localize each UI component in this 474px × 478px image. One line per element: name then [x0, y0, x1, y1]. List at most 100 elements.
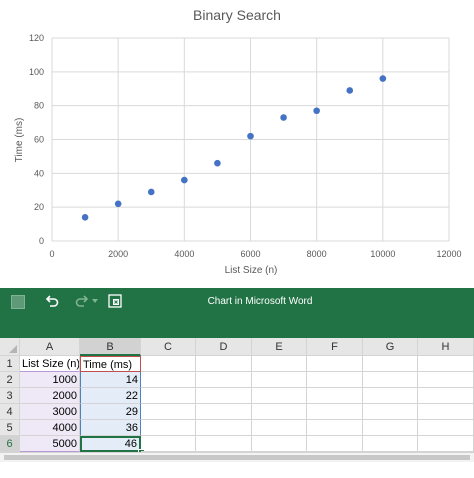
cell-a6[interactable]: 5000	[20, 436, 80, 452]
cell-h1[interactable]	[418, 356, 474, 372]
column-header-b[interactable]: B	[80, 338, 141, 356]
column-header-e[interactable]: E	[252, 338, 307, 356]
cell-f4[interactable]	[307, 404, 363, 420]
cell-h2[interactable]	[418, 372, 474, 388]
column-header-c[interactable]: C	[141, 338, 196, 356]
cell-e4[interactable]	[252, 404, 307, 420]
cell-b4[interactable]: 29	[80, 404, 141, 420]
y-axis-title: Time (ms)	[14, 118, 25, 163]
cell-e6[interactable]	[252, 436, 307, 452]
data-point[interactable]	[379, 75, 387, 82]
y-tick-label: 80	[34, 101, 44, 111]
y-tick-label: 40	[34, 168, 44, 178]
cell-g6[interactable]	[363, 436, 418, 452]
cell-e3[interactable]	[252, 388, 307, 404]
cell-f6[interactable]	[307, 436, 363, 452]
cell-b6-active[interactable]: 46	[80, 436, 141, 452]
chart-title: Binary Search	[193, 7, 281, 23]
cell-a3[interactable]: 2000	[20, 388, 80, 404]
cell-f2[interactable]	[307, 372, 363, 388]
horizontal-scrollbar[interactable]	[0, 452, 474, 462]
x-tick-label: 10000	[370, 249, 395, 259]
cell-c1[interactable]	[141, 356, 196, 372]
row-header-6[interactable]: 6	[0, 436, 20, 452]
cell-h4[interactable]	[418, 404, 474, 420]
cell-a1[interactable]: List Size (n)	[20, 356, 80, 372]
cell-h3[interactable]	[418, 388, 474, 404]
cell-g5[interactable]	[363, 420, 418, 436]
cell-c4[interactable]	[141, 404, 196, 420]
x-tick-label: 12000	[436, 249, 461, 259]
data-point[interactable]	[214, 159, 221, 167]
row-header-5[interactable]: 5	[0, 420, 20, 436]
cell-h5[interactable]	[418, 420, 474, 436]
cell-c3[interactable]	[141, 388, 196, 404]
cell-f5[interactable]	[307, 420, 363, 436]
row-header-2[interactable]: 2	[0, 372, 20, 388]
cell-g1[interactable]	[363, 356, 418, 372]
cell-c2[interactable]	[141, 372, 196, 388]
excel-title-bar: Chart in Microsoft Word	[0, 288, 474, 338]
cell-g4[interactable]	[363, 404, 418, 420]
column-header-d[interactable]: D	[196, 338, 252, 356]
cell-c5[interactable]	[141, 420, 196, 436]
redo-dropdown-icon[interactable]	[91, 297, 99, 305]
row-header-4[interactable]: 4	[0, 404, 20, 420]
edit-data-in-excel-icon[interactable]	[106, 292, 124, 310]
cell-b1[interactable]: Time (ms)	[80, 356, 141, 372]
cell-b2[interactable]: 14	[80, 372, 141, 388]
cell-e1[interactable]	[252, 356, 307, 372]
data-point[interactable]	[346, 87, 354, 94]
column-header-f[interactable]: F	[307, 338, 363, 356]
x-tick-label: 6000	[240, 249, 260, 259]
data-point[interactable]	[181, 176, 188, 184]
y-tick-label: 20	[34, 202, 44, 212]
row-header-1[interactable]: 1	[0, 356, 20, 372]
scatter-chart[interactable]: Binary Search 0 20 40 60 80 100 120 0 2000 4000 6…	[0, 0, 474, 288]
row-header-3[interactable]: 3	[0, 388, 20, 404]
y-tick-label: 0	[39, 236, 44, 246]
cell-h6[interactable]	[418, 436, 474, 452]
x-tick-labels: 0 2000 4000 6000 8000 10000 12000	[49, 249, 461, 259]
cell-a2[interactable]: 1000	[20, 372, 80, 388]
cell-f1[interactable]	[307, 356, 363, 372]
data-point[interactable]	[247, 132, 254, 140]
cell-f3[interactable]	[307, 388, 363, 404]
undo-icon[interactable]	[42, 292, 62, 312]
gridlines	[51, 37, 450, 242]
column-header-h[interactable]: H	[418, 338, 474, 356]
x-tick-label: 2000	[108, 249, 128, 259]
data-point[interactable]	[81, 214, 89, 221]
cell-d5[interactable]	[196, 420, 252, 436]
cell-d4[interactable]	[196, 404, 252, 420]
cell-d1[interactable]	[196, 356, 252, 372]
cell-b3[interactable]: 22	[80, 388, 141, 404]
cell-a5[interactable]: 4000	[20, 420, 80, 436]
x-axis-title: List Size (n)	[225, 265, 278, 276]
x-tick-label: 8000	[307, 249, 327, 259]
y-tick-label: 120	[29, 33, 44, 43]
chart-area[interactable]: Binary Search 0 20 40 60 80 100 120 0 2000 4000 6…	[0, 0, 474, 288]
select-all-corner[interactable]	[0, 338, 20, 356]
cell-g3[interactable]	[363, 388, 418, 404]
cell-g2[interactable]	[363, 372, 418, 388]
redo-icon[interactable]	[72, 292, 92, 312]
column-header-g[interactable]: G	[363, 338, 418, 356]
data-point[interactable]	[313, 107, 320, 115]
x-tick-label: 4000	[174, 249, 194, 259]
spreadsheet-grid[interactable]: A B C D E F G H 1 2 3 4 5 6 List Size (n…	[0, 338, 474, 478]
cell-d3[interactable]	[196, 388, 252, 404]
cell-d6[interactable]	[196, 436, 252, 452]
column-header-a[interactable]: A	[20, 338, 80, 356]
excel-app-icon[interactable]	[11, 295, 25, 309]
cell-e5[interactable]	[252, 420, 307, 436]
cell-d2[interactable]	[196, 372, 252, 388]
cell-b5[interactable]: 36	[80, 420, 141, 436]
scrollbar-thumb[interactable]	[4, 455, 470, 460]
cell-c6[interactable]	[141, 436, 196, 452]
cell-a4[interactable]: 3000	[20, 404, 80, 420]
cell-e2[interactable]	[252, 372, 307, 388]
data-point[interactable]	[114, 200, 122, 208]
data-point[interactable]	[280, 114, 287, 121]
data-point[interactable]	[147, 188, 155, 196]
